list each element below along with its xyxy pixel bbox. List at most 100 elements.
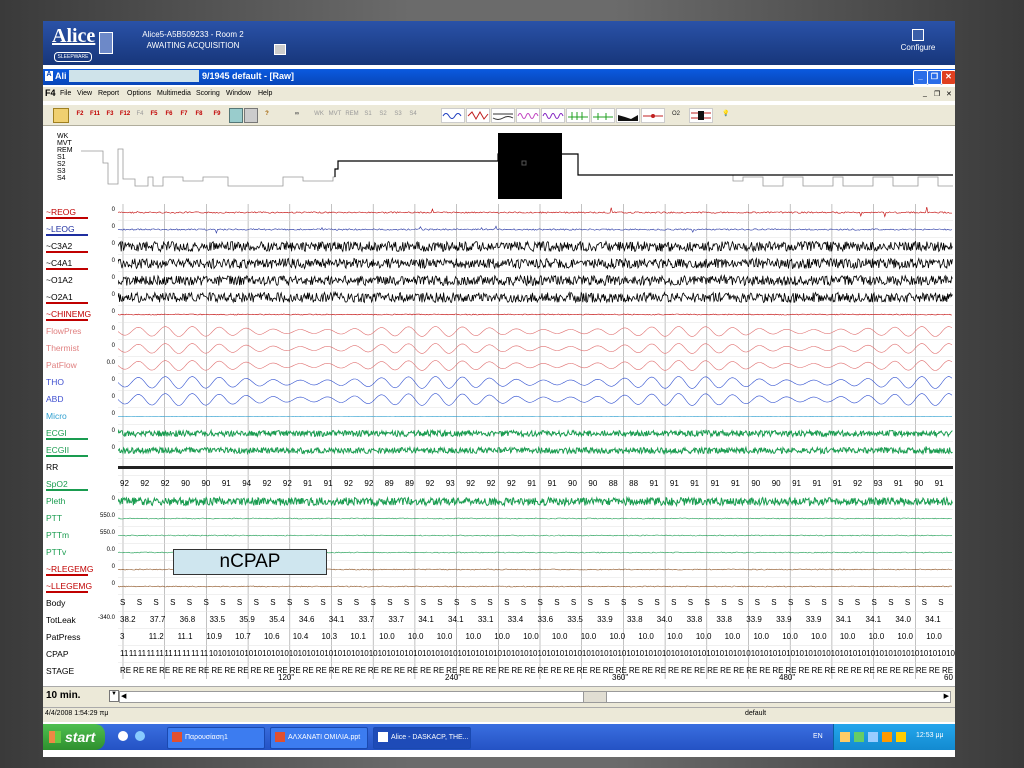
channel-label[interactable]: THO xyxy=(46,377,64,387)
channel-label[interactable]: TotLeak xyxy=(46,615,76,625)
tray-icon[interactable] xyxy=(854,732,864,742)
start-button[interactable]: start xyxy=(43,724,105,750)
stage-s2-button[interactable]: S2 xyxy=(378,108,388,121)
channel-label[interactable]: ~O1A2 xyxy=(46,275,73,285)
configure-button[interactable]: Configure xyxy=(895,29,941,52)
channel-label[interactable]: PatFlow xyxy=(46,360,77,370)
channel-label[interactable]: ~C3A2 xyxy=(46,241,72,251)
taskbar-item-presentation[interactable]: Παρουσίαση1 xyxy=(167,727,265,749)
channel-label[interactable]: ~CHINEMG xyxy=(46,309,91,319)
mdi-minimize-button[interactable]: _ xyxy=(923,90,927,97)
channel-label[interactable]: PatPress xyxy=(46,632,81,642)
signal-area[interactable]: 92 92 92 90 90 91 94 92 92 91 91 92 92 89 89 92 93 92 92 92… xyxy=(118,204,955,679)
quicklaunch-desktop-icon[interactable] xyxy=(135,731,145,741)
f5-button[interactable]: F5 xyxy=(148,108,160,121)
print-icon[interactable] xyxy=(244,108,258,123)
menu-report[interactable]: Report xyxy=(98,90,119,97)
channel-label[interactable]: SpO2 xyxy=(46,479,68,489)
help-icon[interactable]: ? xyxy=(262,108,272,121)
stage-mvt-button[interactable]: MVT xyxy=(328,108,342,121)
scroll-thumb[interactable] xyxy=(583,692,607,702)
f4-button[interactable]: F4 xyxy=(134,108,146,121)
hypnogram-plot[interactable] xyxy=(43,129,955,205)
mdi-restore-button[interactable]: ❐ xyxy=(934,90,940,98)
device-monitor-icon[interactable] xyxy=(274,44,286,55)
tray-icon[interactable] xyxy=(896,732,906,742)
channel-label[interactable]: CPAP xyxy=(46,649,69,659)
ncpap-annotation[interactable]: nCPAP xyxy=(173,549,327,575)
epoch-select[interactable]: 10 min. xyxy=(46,690,80,701)
channel-label[interactable]: FlowPres xyxy=(46,326,81,336)
channel-label[interactable]: ~REOG xyxy=(46,207,76,217)
f12-button[interactable]: F12 xyxy=(118,108,132,121)
channel-label[interactable]: ~C4A1 xyxy=(46,258,72,268)
stage-s3-button[interactable]: S3 xyxy=(393,108,403,121)
f2-button[interactable]: F2 xyxy=(74,108,86,121)
quicklaunch-ie-icon[interactable] xyxy=(118,731,128,741)
chevron-down-icon[interactable]: ▼ xyxy=(109,690,119,702)
f3-button[interactable]: F3 xyxy=(104,108,116,121)
event-apnea-icon[interactable] xyxy=(441,108,465,123)
menu-scoring[interactable]: Scoring xyxy=(196,90,220,97)
event-snore-icon[interactable] xyxy=(541,108,565,123)
channel-label[interactable]: ECGI xyxy=(46,428,67,438)
channel-label[interactable]: ~O2A1 xyxy=(46,292,73,302)
stage-wk-button[interactable]: WK xyxy=(313,108,325,121)
menu-window[interactable]: Window xyxy=(226,90,251,97)
event-desat-icon[interactable] xyxy=(616,108,640,123)
channel-label[interactable]: Body xyxy=(46,598,65,608)
channel-label[interactable]: ~LLEGEMG xyxy=(46,581,92,591)
event-plm-icon[interactable] xyxy=(566,108,590,123)
channel-label[interactable]: ECGII xyxy=(46,445,69,455)
open-folder-icon[interactable] xyxy=(53,108,69,123)
menu-multimedia[interactable]: Multimedia xyxy=(157,90,191,97)
events-icon[interactable]: ∞ xyxy=(291,108,303,121)
scroll-right-icon[interactable]: ▶ xyxy=(944,692,949,700)
close-button[interactable]: ✕ xyxy=(941,70,955,85)
mdi-close-button[interactable]: ✕ xyxy=(946,90,952,98)
channel-label[interactable]: ABD xyxy=(46,394,63,404)
menu-options[interactable]: Options xyxy=(127,90,151,97)
event-ecg-icon[interactable] xyxy=(689,108,713,123)
tray-icon[interactable] xyxy=(840,732,850,742)
channel-label[interactable]: Thermist xyxy=(46,343,79,353)
taskbar-item-ppt[interactable]: ΑΛΧΑΝΑΤΙ ΟΜΙΛΙΑ.ppt xyxy=(270,727,368,749)
lightbulb-icon[interactable]: 💡 xyxy=(721,108,731,121)
menu-file[interactable]: File xyxy=(60,90,71,97)
time-scrollbar[interactable]: ◀ ▶ xyxy=(119,691,951,703)
language-indicator[interactable]: EN xyxy=(813,733,823,740)
taskbar-item-alice[interactable]: Alice - DASKACP, THE... xyxy=(373,727,471,749)
channel-label[interactable]: ~RLEGEMG xyxy=(46,564,93,574)
stage-rem-button[interactable]: REM xyxy=(345,108,359,121)
restore-button[interactable]: ❐ xyxy=(927,70,942,85)
f11-button[interactable]: F11 xyxy=(88,108,102,121)
f6-button[interactable]: F6 xyxy=(163,108,175,121)
f9-button[interactable]: F9 xyxy=(211,108,223,121)
event-hypopnea-icon[interactable] xyxy=(466,108,490,123)
f8-button[interactable]: F8 xyxy=(193,108,205,121)
tray-icon[interactable] xyxy=(882,732,892,742)
minimize-button[interactable]: _ xyxy=(913,70,928,85)
menu-view[interactable]: View xyxy=(77,90,92,97)
zoom-icon[interactable] xyxy=(229,108,243,123)
stage-s1-button[interactable]: S1 xyxy=(363,108,373,121)
event-arousal-icon[interactable] xyxy=(516,108,540,123)
tray-icon[interactable] xyxy=(868,732,878,742)
channel-label[interactable]: Pleth xyxy=(46,496,65,506)
channel-label[interactable]: PTTv xyxy=(46,547,66,557)
o2-button[interactable]: O2 xyxy=(667,108,685,121)
stage-s4-button[interactable]: S4 xyxy=(408,108,418,121)
channel-label[interactable]: PTT xyxy=(46,513,62,523)
channel-label[interactable]: Micro xyxy=(46,411,67,421)
device-icon[interactable] xyxy=(99,32,113,54)
channel-label[interactable]: PTTm xyxy=(46,530,69,540)
channel-label[interactable]: STAGE xyxy=(46,666,74,676)
event-lm-icon[interactable] xyxy=(591,108,615,123)
f7-button[interactable]: F7 xyxy=(178,108,190,121)
event-marker-icon[interactable] xyxy=(641,108,665,123)
event-obstructive-icon[interactable] xyxy=(491,108,515,123)
scroll-left-icon[interactable]: ◀ xyxy=(121,692,126,700)
menu-help[interactable]: Help xyxy=(258,90,272,97)
channel-label[interactable]: RR xyxy=(46,462,58,472)
channel-label[interactable]: ~LEOG xyxy=(46,224,75,234)
